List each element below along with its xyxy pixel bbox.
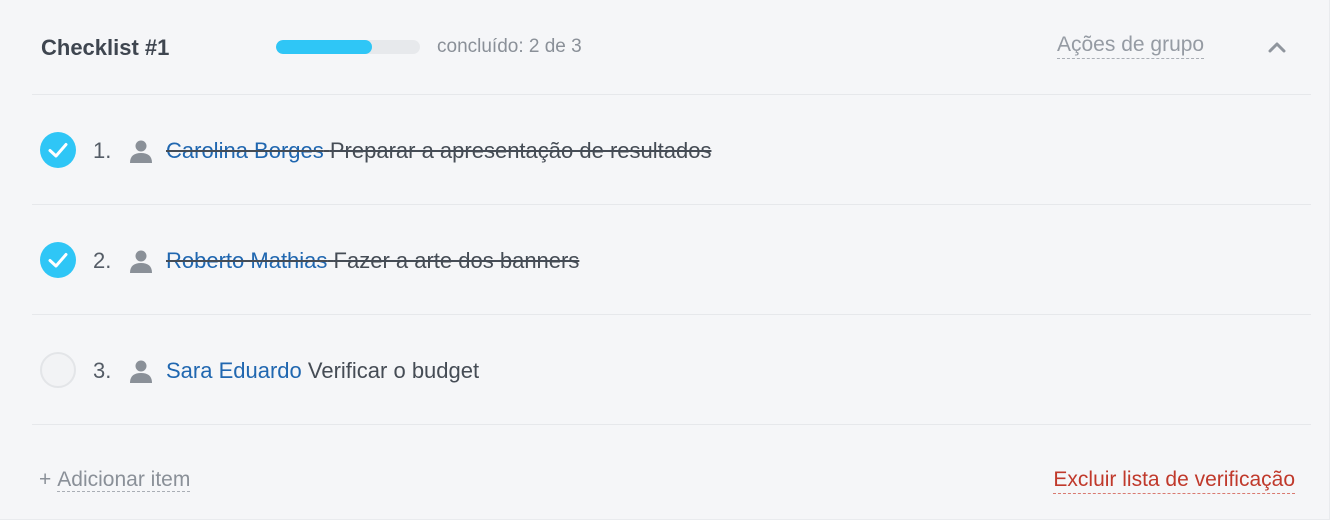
task-text: Verificar o budget xyxy=(307,358,480,383)
item-number: 1. xyxy=(93,138,112,163)
progress-label: concluído: 2 de 3 xyxy=(437,36,582,57)
assignee-link[interactable]: Sara Eduardo xyxy=(166,358,302,383)
plus-icon: + xyxy=(39,468,52,491)
delete-checklist-link[interactable]: Excluir lista de verificação xyxy=(1053,467,1295,494)
item-checkbox[interactable] xyxy=(40,132,76,168)
group-actions-link[interactable]: Ações de grupo xyxy=(1057,32,1205,59)
user-icon xyxy=(128,358,154,384)
add-item-button[interactable]: + Adicionar item xyxy=(39,467,191,493)
user-icon xyxy=(128,138,154,164)
item-text: Carolina Borges Preparar a apresentação … xyxy=(166,137,711,165)
checklist-item: 2. Roberto Mathias Fazer a arte dos bann… xyxy=(32,205,1311,315)
checklist-panel: Checklist #1 concluído: 2 de 3 Ações de … xyxy=(0,0,1330,520)
task-text: Fazer a arte dos banners xyxy=(333,248,580,273)
task-text: Preparar a apresentação de resultados xyxy=(329,138,712,163)
checklist-title: Checklist #1 xyxy=(41,35,170,60)
add-item-label: Adicionar item xyxy=(57,468,191,492)
checklist-item: 3. Sara Eduardo Verificar o budget xyxy=(32,315,1311,425)
checklist-footer: + Adicionar item Excluir lista de verific… xyxy=(32,424,1311,520)
checkmark-icon xyxy=(48,143,68,158)
item-number: 2. xyxy=(93,248,112,273)
progress-bar xyxy=(276,40,420,54)
user-icon xyxy=(128,248,154,274)
item-text: Sara Eduardo Verificar o budget xyxy=(166,357,479,385)
item-number: 3. xyxy=(93,358,112,383)
checkmark-icon xyxy=(48,253,68,268)
chevron-up-icon xyxy=(1268,42,1286,53)
item-checkbox[interactable] xyxy=(40,242,76,278)
item-text: Roberto Mathias Fazer a arte dos banners xyxy=(166,247,579,275)
item-checkbox[interactable] xyxy=(40,352,76,388)
assignee-link[interactable]: Carolina Borges xyxy=(166,138,324,163)
progress-bar-fill xyxy=(276,40,373,54)
checklist-item: 1. Carolina Borges Preparar a apresentaç… xyxy=(32,95,1311,205)
assignee-link[interactable]: Roberto Mathias xyxy=(166,248,327,273)
collapse-button[interactable] xyxy=(1262,34,1292,60)
checklist-header: Checklist #1 concluído: 2 de 3 Ações de … xyxy=(32,0,1311,95)
